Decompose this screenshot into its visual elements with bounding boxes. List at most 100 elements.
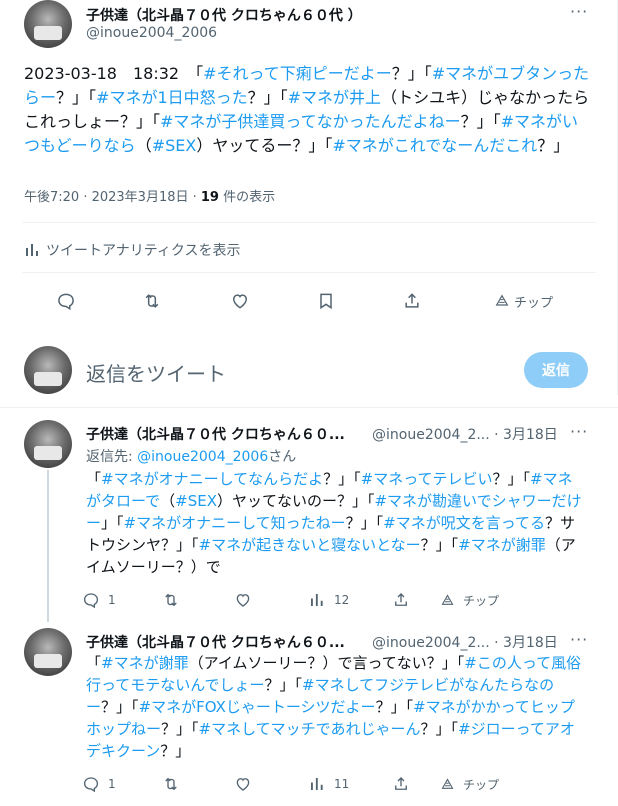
- tip-button[interactable]: チップ: [494, 286, 553, 316]
- tip-button[interactable]: チップ: [440, 588, 499, 612]
- reply-icon: [58, 293, 74, 311]
- hashtag-link[interactable]: #SEX: [175, 492, 217, 510]
- tweet-text-fragment: ？」「: [247, 88, 288, 107]
- tweet-text-fragment: ？」「: [391, 64, 432, 83]
- more-options-icon[interactable]: ···: [570, 422, 588, 441]
- views-count: 19: [200, 190, 219, 205]
- analytics-icon: [26, 244, 38, 256]
- share-button[interactable]: [402, 286, 422, 316]
- retweet-button[interactable]: [142, 286, 162, 316]
- tweet-text-fragment: ？」: [160, 742, 191, 760]
- analytics-link[interactable]: ツイートアナリティクスを表示: [24, 240, 240, 260]
- reply-to-handle[interactable]: @inoue2004_2006: [137, 449, 268, 465]
- tip-label: チップ: [514, 295, 554, 311]
- hashtag-link[interactable]: #マネが子供達買ってなかったんだよねー: [160, 112, 461, 131]
- tweet-text-fragment: 「: [86, 470, 102, 488]
- reply-to: 返信先: @inoue2004_2006さん: [86, 446, 296, 466]
- more-options-icon[interactable]: ···: [570, 630, 588, 649]
- reply-input[interactable]: 返信をツイート: [86, 358, 226, 387]
- share-icon: [395, 777, 407, 790]
- reply-text: 「#マネが謝罪（アイムソーリー？）で言ってない？」「#この人って風俗行ってモテな…: [86, 652, 586, 762]
- reply-button[interactable]: 1: [82, 588, 116, 612]
- retweet-button[interactable]: [162, 772, 180, 796]
- thread-line: [47, 470, 49, 622]
- tweet-text-fragment: ？」「: [101, 698, 139, 716]
- reply-actions: 1 12 チップ: [82, 588, 602, 612]
- tweet-text-fragment: ？」「: [375, 698, 414, 716]
- like-button[interactable]: [234, 772, 252, 796]
- reply-author-name[interactable]: 子供達（北斗晶７０代 クロちゃん６０...: [86, 632, 345, 652]
- reply-button[interactable]: 1: [82, 772, 116, 796]
- hashtag-link[interactable]: #SEX: [152, 136, 197, 155]
- retweet-icon: [165, 777, 177, 791]
- like-button[interactable]: [234, 588, 252, 612]
- reply-icon: [83, 593, 99, 609]
- views-button[interactable]: 11: [308, 772, 349, 796]
- hashtag-link[interactable]: #マネがオナニーしてなんらだよ: [101, 470, 323, 488]
- retweet-button[interactable]: [162, 588, 180, 612]
- tweet-text-fragment: 「: [86, 654, 102, 672]
- divider: [22, 222, 596, 223]
- tweet-text-fragment: （: [160, 492, 176, 510]
- hashtag-link[interactable]: #マネってテレビい: [361, 470, 493, 488]
- reply-submit-button[interactable]: 返信: [524, 352, 588, 388]
- reply-text: 「#マネがオナニーしてなんらだよ？」「#マネってテレビい？」「#マネがタローで（…: [86, 468, 586, 578]
- hashtag-link[interactable]: #マネしてマッチであれじゃーん: [199, 720, 421, 738]
- reply-tweet[interactable]: 子供達（北斗晶７０代 クロちゃん６０... @inoue2004_2... · …: [0, 408, 618, 622]
- heart-icon: [232, 294, 248, 309]
- tweet-text-fragment: ？」「: [420, 536, 459, 554]
- reply-count: 1: [108, 777, 116, 791]
- tip-icon: [441, 777, 454, 789]
- hashtag-link[interactable]: #マネが謝罪: [101, 654, 189, 672]
- tip-label: チップ: [463, 593, 500, 608]
- my-avatar[interactable]: [24, 346, 72, 394]
- hashtag-link[interactable]: #マネが呪文を言ってる: [383, 514, 545, 532]
- share-button[interactable]: [392, 588, 410, 612]
- views-button[interactable]: 12: [308, 588, 349, 612]
- reply-author-handle[interactable]: @inoue2004_2... · 3月18日: [372, 424, 558, 444]
- tip-icon: [441, 593, 454, 605]
- retweet-icon: [165, 593, 177, 607]
- author-avatar[interactable]: [24, 0, 72, 48]
- tip-icon: [495, 294, 509, 306]
- analytics-label: ツイートアナリティクスを表示: [46, 243, 241, 259]
- tweet-text-fragment: （: [135, 136, 152, 155]
- tweet-text: 2023-03-18 18:32 「#それって下痢ピーだよー？」「#マネがユブタ…: [24, 62, 592, 158]
- tweet-text-fragment: ？」「: [420, 720, 459, 738]
- reply-to-prefix: 返信先:: [86, 449, 138, 465]
- reply-author-name[interactable]: 子供達（北斗晶７０代 クロちゃん６０...: [86, 424, 345, 444]
- hashtag-link[interactable]: #それって下痢ピーだよー: [203, 64, 392, 83]
- tweet-text-fragment: ）ヤッてるー？」「: [196, 136, 333, 155]
- hashtag-link[interactable]: #マネが井上: [288, 88, 381, 107]
- reply-author-handle[interactable]: @inoue2004_2... · 3月18日: [372, 632, 558, 652]
- reply-avatar[interactable]: [24, 628, 72, 676]
- view-count: 12: [334, 593, 350, 607]
- hashtag-link[interactable]: #マネが1日中怒った: [96, 88, 248, 107]
- reply-button[interactable]: [56, 286, 76, 316]
- bookmark-icon: [320, 293, 332, 310]
- hashtag-link[interactable]: #マネが謝罪: [458, 536, 546, 554]
- tweet-text-fragment: ？」「: [161, 720, 199, 738]
- share-button[interactable]: [392, 772, 410, 796]
- like-button[interactable]: [230, 286, 250, 316]
- tip-button[interactable]: チップ: [440, 772, 499, 796]
- author-handle[interactable]: @inoue2004_2006: [86, 25, 217, 41]
- share-icon: [395, 593, 407, 606]
- bookmark-button[interactable]: [316, 286, 336, 316]
- reply-to-suffix: さん: [268, 449, 297, 465]
- hashtag-link[interactable]: #マネがオナニーして知ったねー: [124, 514, 346, 532]
- reply-tweet[interactable]: 子供達（北斗晶７０代 クロちゃん６０... @inoue2004_2... · …: [0, 622, 618, 806]
- views-label: 件の表示: [218, 190, 276, 205]
- reply-avatar[interactable]: [24, 420, 72, 468]
- hashtag-link[interactable]: #マネが起きないと寝ないとなー: [199, 536, 421, 554]
- tweet-timestamp[interactable]: 午後7:20 · 2023年3月18日 ·: [24, 190, 201, 205]
- heart-icon: [236, 778, 250, 791]
- author-name[interactable]: 子供達（北斗晶７０代 クロちゃん６０代 ）: [86, 5, 362, 25]
- reply-count: 1: [108, 593, 116, 607]
- more-options-icon[interactable]: ···: [570, 2, 588, 21]
- hashtag-link[interactable]: #マネがこれでなーんだこれ: [332, 136, 537, 155]
- tweet-text-fragment: ？」: [537, 136, 570, 155]
- tweet-text-fragment: ？」「: [323, 470, 361, 488]
- reply-icon: [83, 777, 99, 793]
- hashtag-link[interactable]: #マネがFOXじゃートーシツだよー: [139, 698, 376, 716]
